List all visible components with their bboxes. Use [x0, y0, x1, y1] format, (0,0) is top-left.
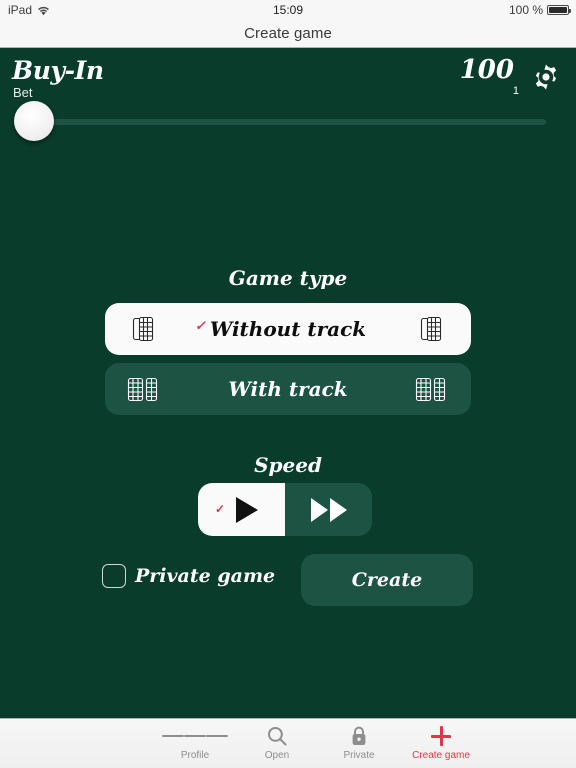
- hamburger-icon: [162, 725, 228, 747]
- game-type-label-without-track: ✓ Without track: [195, 317, 367, 341]
- private-game-label: Private game: [135, 565, 276, 587]
- buyin-multiplier: 1: [512, 85, 519, 97]
- game-type-text: With track: [228, 377, 348, 401]
- battery-icon: [547, 5, 571, 15]
- speed-option-fast[interactable]: [285, 483, 372, 536]
- game-type-option-with-track[interactable]: With track: [105, 363, 471, 415]
- domino-double-icon: [123, 372, 165, 406]
- tab-open[interactable]: Open: [236, 719, 318, 768]
- buyin-amount: 100: [459, 55, 514, 85]
- page-title: Create game: [244, 25, 332, 42]
- private-game-checkbox[interactable]: [102, 564, 126, 588]
- fast-forward-icon: [310, 497, 347, 522]
- game-type-text: Without track: [209, 317, 367, 341]
- battery-percent-label: 100 %: [508, 3, 543, 17]
- slider-thumb[interactable]: [14, 101, 54, 141]
- speed-toggle: ✓: [198, 483, 372, 536]
- create-button[interactable]: Create: [301, 554, 473, 606]
- status-bar-clock: 15:09: [272, 3, 304, 17]
- status-bar: iPad 15:09 100 %: [0, 0, 576, 20]
- plus-icon: [430, 725, 452, 747]
- tab-create-game[interactable]: Create game: [400, 719, 482, 768]
- buyin-title: Buy-In: [12, 56, 104, 85]
- tab-label-create-game: Create game: [412, 750, 470, 761]
- game-type-option-without-track[interactable]: ✓ Without track: [105, 303, 471, 355]
- speed-title: Speed: [254, 453, 322, 477]
- buyin-slider[interactable]: [0, 100, 576, 145]
- tab-private[interactable]: Private: [318, 719, 400, 768]
- slider-track[interactable]: [30, 119, 546, 125]
- tab-label-open: Open: [264, 750, 290, 761]
- domino-single-icon-right: [411, 312, 453, 346]
- buyin-subtitle: Bet: [13, 85, 33, 100]
- tab-bar: Profile Open Private Create game: [0, 718, 576, 768]
- status-bar-right: 100 %: [508, 3, 571, 17]
- domino-single-icon: [123, 312, 165, 346]
- domino-double-icon-right: [411, 372, 453, 406]
- gear-icon[interactable]: [530, 61, 562, 93]
- nav-bar: Create game: [0, 20, 576, 48]
- game-type-label-with-track: With track: [228, 377, 347, 401]
- checkmark-icon-speed: ✓: [215, 502, 226, 516]
- tab-label-profile: Profile: [180, 750, 210, 761]
- checkmark-icon: ✓: [194, 319, 206, 334]
- tab-label-private: Private: [343, 750, 375, 761]
- play-icon: [235, 496, 258, 523]
- private-game-toggle[interactable]: Private game: [102, 564, 275, 588]
- lock-icon: [349, 725, 369, 747]
- tab-profile[interactable]: Profile: [154, 719, 236, 768]
- app-screen: iPad 15:09 100 % Create game Buy-In Bet …: [0, 0, 576, 768]
- game-type-title: Game type: [228, 266, 348, 290]
- search-icon: [266, 725, 288, 747]
- speed-option-normal[interactable]: ✓: [198, 483, 285, 536]
